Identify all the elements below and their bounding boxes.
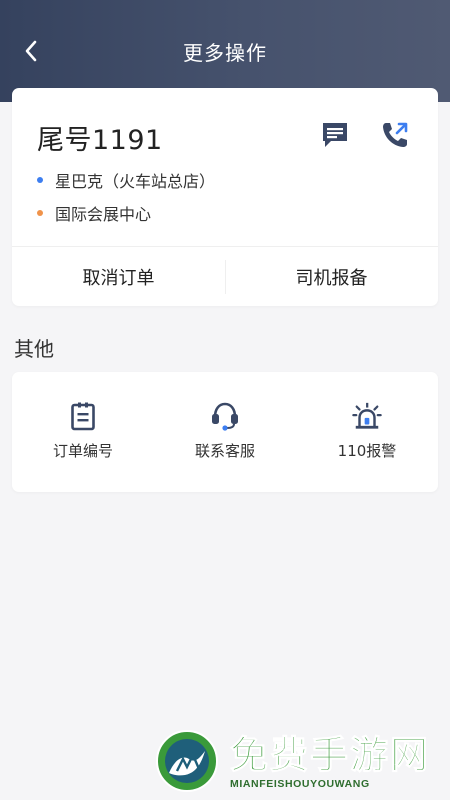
pickup-dot (37, 177, 43, 183)
trip-card: 尾号1191 星巴克（火车站总店） 国际会展中心 取消订单 司机报备 (12, 88, 438, 306)
cancel-order-button[interactable]: 取消订单 (12, 247, 225, 306)
call-driver-button[interactable] (378, 118, 412, 152)
page-title: 更多操作 (183, 41, 267, 65)
top-bar: 更多操作 (0, 0, 450, 102)
order-number-button[interactable]: 订单编号 (12, 372, 154, 492)
pickup-label: 星巴克（火车站总店） (55, 172, 216, 191)
section-title-other: 其他 (14, 337, 54, 361)
order-number-label: 订单编号 (52, 442, 113, 460)
police-110-label: 110报警 (337, 442, 397, 460)
watermark-subtitle: MIANFEISHOUYOUWANG (230, 778, 370, 790)
pickup-address: 星巴克（火车站总店） (37, 168, 215, 192)
other-actions-card: 订单编号 联系客服 110报警 (12, 372, 438, 492)
order-clipboard-icon (71, 402, 95, 431)
headset-icon (212, 402, 238, 431)
watermark-logo-icon (156, 730, 218, 792)
police-110-button[interactable]: 110报警 (296, 372, 438, 492)
plate-tail-number: 尾号1191 (37, 125, 163, 156)
dropoff-dot (37, 210, 43, 216)
watermark-title: 免费手游网 (229, 733, 431, 778)
watermark: 免费手游网 MIANFEISHOUYOUWANG (150, 722, 450, 800)
message-icon (323, 123, 347, 147)
alarm-siren-icon (352, 402, 382, 429)
message-button[interactable] (318, 118, 352, 152)
dropoff-label: 国际会展中心 (55, 205, 152, 224)
driver-report-button[interactable]: 司机报备 (225, 247, 438, 306)
dropoff-address: 国际会展中心 (37, 201, 151, 225)
contact-service-button[interactable]: 联系客服 (154, 372, 296, 492)
contact-service-label: 联系客服 (194, 442, 255, 460)
phone-call-icon (383, 122, 408, 147)
